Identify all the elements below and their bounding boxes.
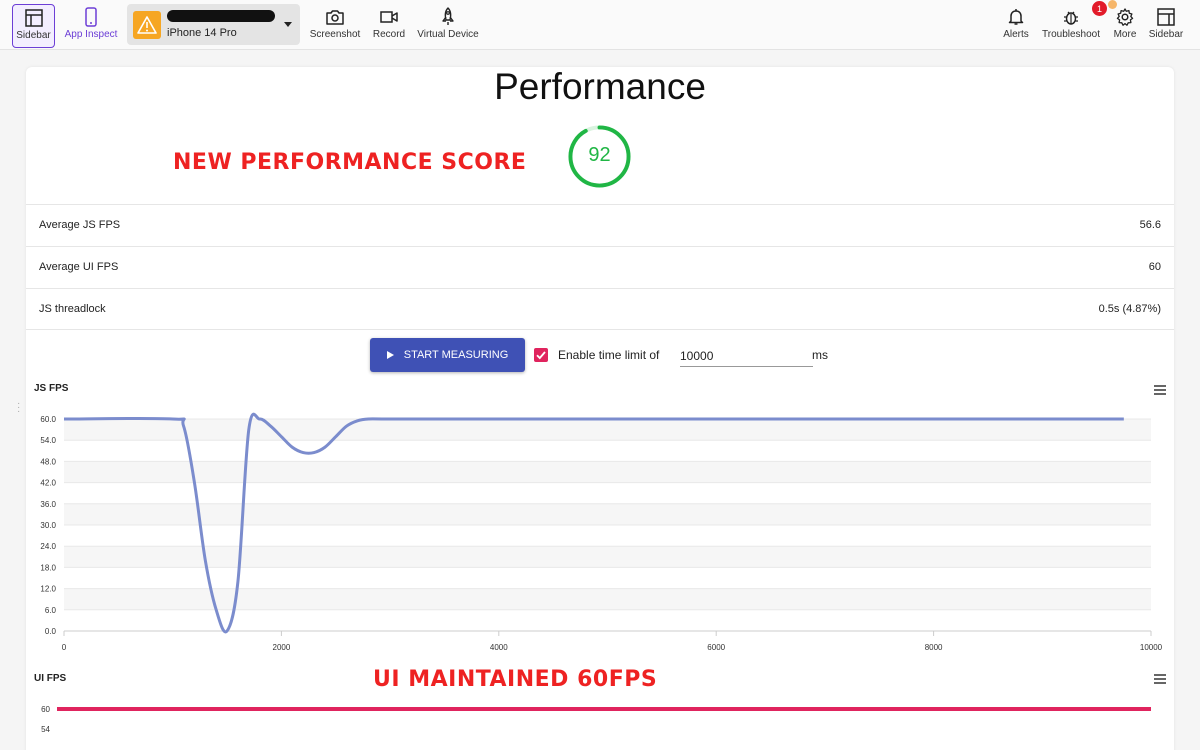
y-tick-label: 60	[41, 705, 50, 714]
y-tick-label: 54	[41, 725, 50, 734]
ui-fps-chart: 60 54	[41, 705, 1151, 734]
